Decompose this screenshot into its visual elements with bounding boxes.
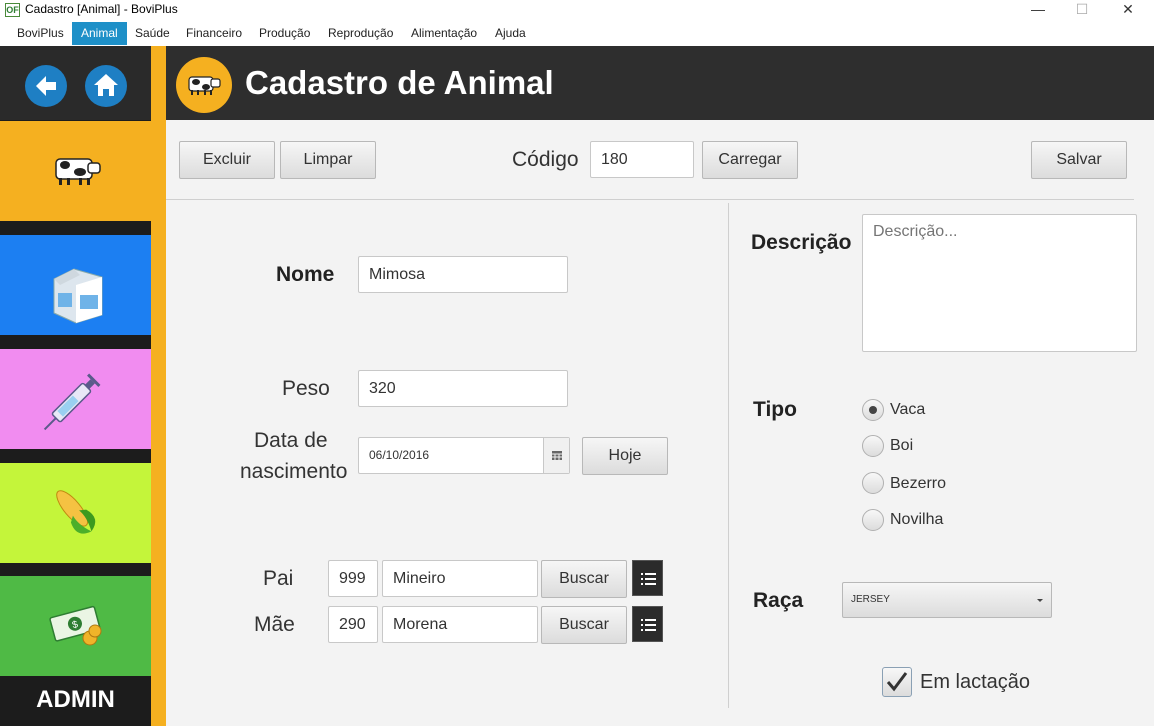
sidebar-item-financeiro[interactable]: $ [0,576,151,676]
main-content: Excluir Limpar Código 180 Carregar Salva… [166,120,1154,726]
mae-list-button[interactable] [632,606,663,642]
list-icon [641,619,656,631]
maximize-button[interactable]: ☐ [1059,0,1105,20]
menu-reproducao[interactable]: Reprodução [319,22,402,45]
page-header: Cadastro de Animal [166,46,1154,120]
tipo-radio-vaca[interactable] [862,399,884,421]
lactacao-label: Em lactação [920,671,1031,693]
sidebar-accent-stripe [151,46,166,726]
peso-input[interactable]: 320 [358,370,568,407]
menu-saude[interactable]: Saúde [126,22,179,45]
menu-bar: BoviPlus Animal Saúde Financeiro Produçã… [0,22,1154,46]
syringe-icon [43,373,101,431]
header-logo [176,57,232,113]
codigo-input[interactable]: 180 [590,141,694,178]
buscar-pai-button[interactable]: Buscar [541,560,627,598]
sidebar-item-saude[interactable] [0,349,151,449]
arrow-left-icon [36,76,56,96]
sidebar: $ ADMIN [0,46,151,726]
column-divider [728,203,729,708]
descricao-textarea[interactable] [862,214,1137,352]
raca-select[interactable]: JERSEY [842,582,1052,618]
sidebar-nav [0,46,151,120]
home-button[interactable] [85,65,127,107]
pai-label: Pai [263,567,294,590]
window-title: Cadastro [Animal] - BoviPlus [25,2,178,16]
sidebar-item-alimentacao[interactable] [0,463,151,563]
nome-label: Nome [276,263,335,286]
home-icon [94,74,118,96]
pai-codigo-input[interactable]: 999 [328,560,378,597]
sidebar-item-animal[interactable] [0,121,151,221]
chevron-down-icon [1037,599,1043,602]
money-icon: $ [49,605,102,646]
milk-carton-icon [53,268,103,324]
close-button[interactable]: ✕ [1105,0,1151,20]
raca-label: Raça [753,589,804,612]
title-bar: OF Cadastro [Animal] - BoviPlus — ☐ ✕ [0,0,1154,22]
tipo-label-novilha: Novilha [890,511,944,528]
data-label-line2: nascimento [240,460,348,483]
tipo-radio-bezerro[interactable] [862,472,884,494]
lactacao-checkbox[interactable] [882,667,912,697]
raca-value: JERSEY [851,594,890,605]
app-icon: OF [5,3,20,17]
calendar-icon [552,451,562,460]
hoje-button[interactable]: Hoje [582,437,668,475]
data-label-line1: Data de [254,429,328,452]
nome-input[interactable]: Mimosa [358,256,568,293]
buscar-mae-button[interactable]: Buscar [541,606,627,644]
corn-icon [56,490,96,534]
minimize-button[interactable]: — [1015,0,1061,20]
menu-ajuda[interactable]: Ajuda [486,22,535,45]
sidebar-item-producao[interactable] [0,235,151,335]
tipo-label-vaca: Vaca [890,401,926,418]
data-nascimento-input[interactable]: 06/10/2016 [358,437,570,474]
peso-label: Peso [282,377,330,400]
menu-alimentacao[interactable]: Alimentação [402,22,486,45]
mae-label: Mãe [254,613,295,636]
salvar-button[interactable]: Salvar [1031,141,1127,179]
tipo-radio-novilha[interactable] [862,509,884,531]
menu-boviplus[interactable]: BoviPlus [8,22,73,45]
tipo-label-boi: Boi [890,437,914,454]
data-nascimento-value: 06/10/2016 [369,448,430,462]
tipo-radio-boi[interactable] [862,435,884,457]
admin-label: ADMIN [36,686,115,713]
calendar-button[interactable] [543,438,569,473]
page-title: Cadastro de Animal [245,64,554,101]
mae-codigo-input[interactable]: 290 [328,606,378,643]
tipo-label: Tipo [753,398,797,421]
mae-nome-input[interactable]: Morena [382,606,538,643]
tipo-label-bezerro: Bezerro [890,475,947,492]
toolbar-divider [166,199,1134,200]
radio-selected-dot [869,406,877,414]
excluir-button[interactable]: Excluir [179,141,275,179]
pai-nome-input[interactable]: Mineiro [382,560,538,597]
list-icon [641,573,656,585]
menu-producao[interactable]: Produção [250,22,319,45]
cow-icon [55,158,101,185]
limpar-button[interactable]: Limpar [280,141,376,179]
pai-list-button[interactable] [632,560,663,596]
back-button[interactable] [25,65,67,107]
cow-icon [188,76,221,95]
carregar-button[interactable]: Carregar [702,141,798,179]
codigo-label: Código [512,148,579,171]
menu-financeiro[interactable]: Financeiro [177,22,251,45]
check-icon [886,672,908,692]
descricao-label: Descrição [751,231,852,254]
menu-animal[interactable]: Animal [72,22,127,45]
